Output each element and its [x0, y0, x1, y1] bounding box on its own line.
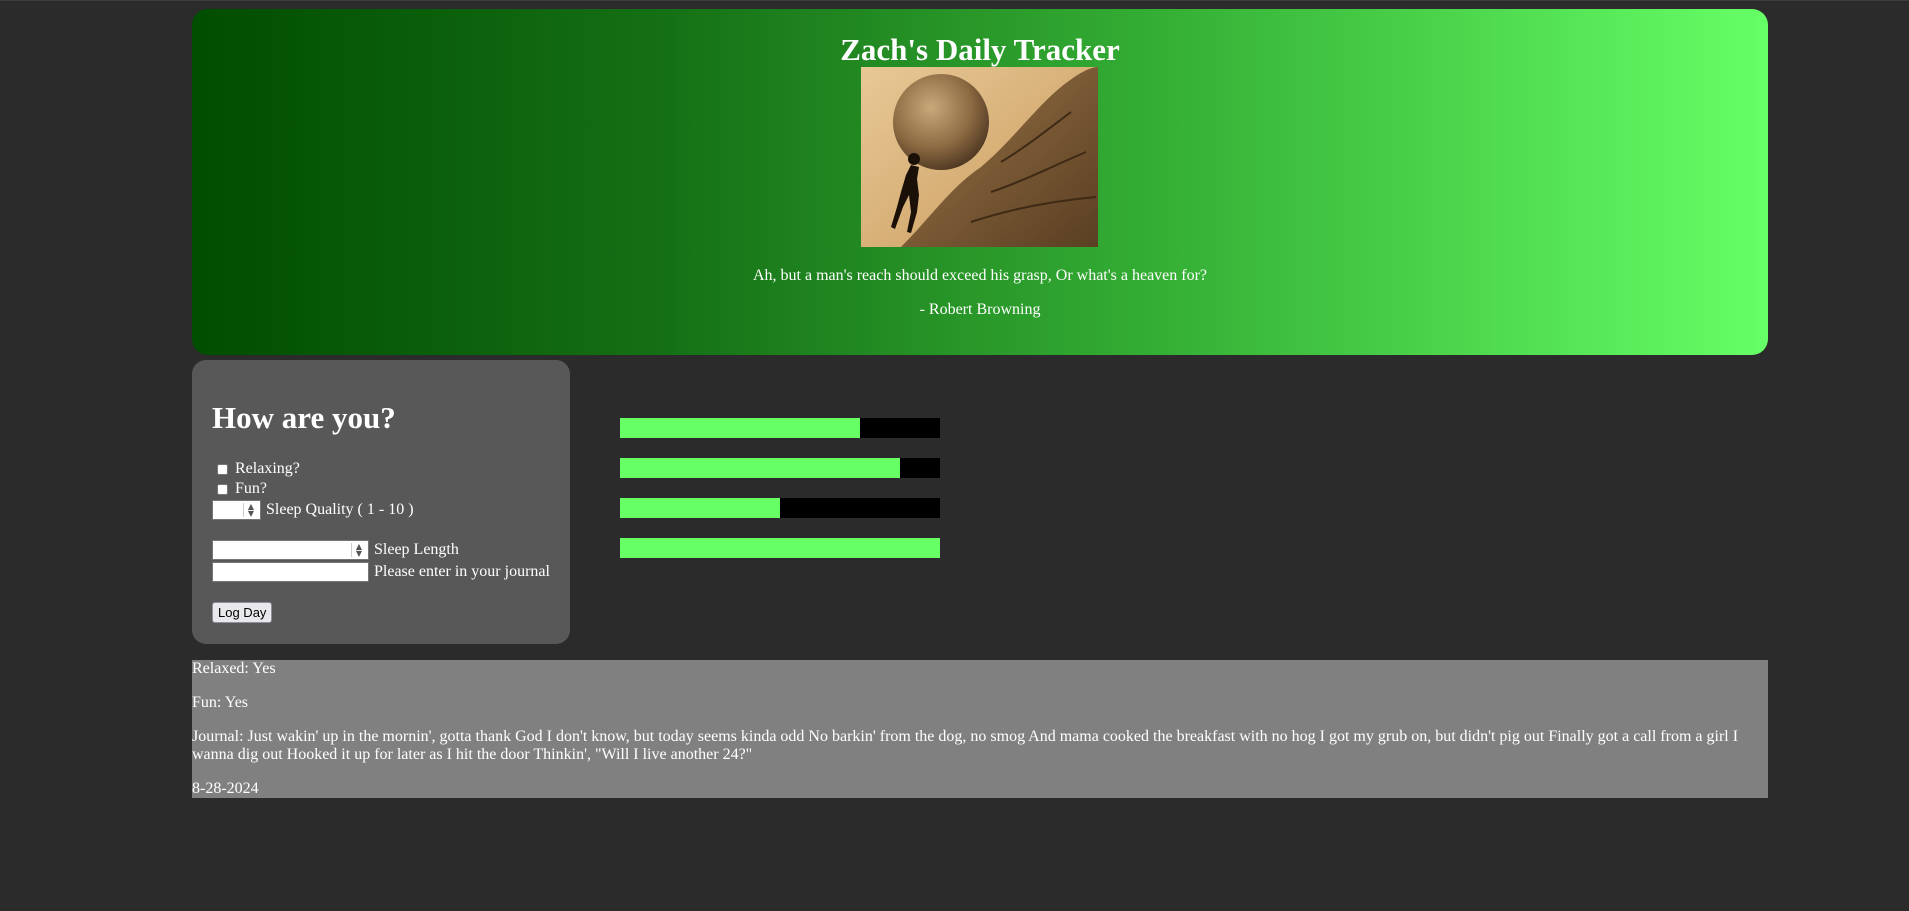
sleep-length-label: Sleep Length — [374, 541, 459, 558]
stat-bar-fill — [620, 418, 860, 438]
fun-label: Fun? — [235, 480, 267, 497]
header-banner: Zach's Daily Tracker Ah, but a man's rea… — [192, 9, 1768, 355]
entry-relaxed: Relaxed: Yes — [192, 660, 276, 677]
sleep-quality-row: ▲ ▼ Sleep Quality ( 1 - 10 ) — [212, 500, 414, 520]
stat-bar — [620, 538, 940, 558]
stat-bar — [620, 418, 940, 438]
quote-text: Ah, but a man's reach should exceed his … — [752, 267, 1208, 284]
page-title: Zach's Daily Tracker — [840, 32, 1120, 67]
entry-journal: Journal: Just wakin' up in the mornin', … — [192, 728, 1739, 763]
sleep-length-input[interactable]: ▲ ▼ — [212, 540, 369, 560]
spinner-icon[interactable]: ▲ ▼ — [243, 503, 258, 518]
journal-row: Please enter in your journal — [212, 562, 550, 582]
fun-row: Fun? — [212, 480, 267, 498]
stat-bar-fill — [620, 538, 940, 558]
log-day-button[interactable]: Log Day — [212, 602, 273, 623]
relaxing-label: Relaxing? — [235, 460, 300, 477]
entry-date: 8-28-2024 — [192, 780, 259, 797]
entry-fun: Fun: Yes — [192, 694, 249, 711]
sisyphus-illustration — [861, 67, 1098, 247]
stat-bar-fill — [620, 458, 900, 478]
quote-author: - Robert Browning — [919, 301, 1041, 318]
relaxing-row: Relaxing? — [212, 460, 300, 478]
daily-form: How are you? Relaxing? Fun? ▲ ▼ Sleep Qua… — [192, 360, 570, 644]
stat-bar-fill — [620, 498, 780, 518]
stat-bar — [620, 458, 940, 478]
sleep-quality-label: Sleep Quality ( 1 - 10 ) — [266, 501, 414, 518]
journal-label: Please enter in your journal — [374, 563, 550, 580]
relaxing-checkbox[interactable] — [217, 463, 228, 475]
journal-input[interactable] — [212, 562, 369, 582]
hero-image — [861, 67, 1098, 247]
top-border — [0, 0, 1909, 1]
form-heading: How are you? — [212, 400, 396, 435]
journal-entry: Relaxed: Yes Fun: Yes Journal: Just waki… — [192, 660, 1768, 798]
fun-checkbox[interactable] — [217, 483, 228, 495]
spinner-icon[interactable]: ▲ ▼ — [351, 543, 366, 558]
sleep-length-row: ▲ ▼ Sleep Length — [212, 540, 459, 560]
sleep-quality-input[interactable]: ▲ ▼ — [212, 500, 261, 520]
stat-bar — [620, 498, 940, 518]
